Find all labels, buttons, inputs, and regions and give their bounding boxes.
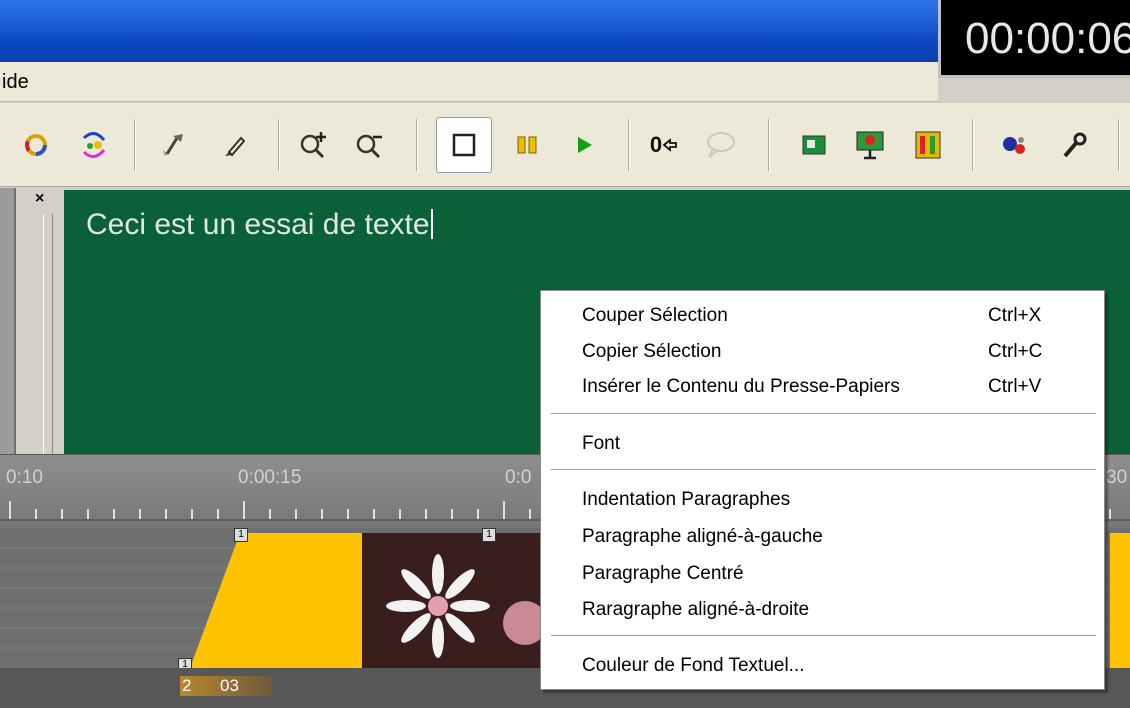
track-label: 03 (220, 676, 239, 695)
panel-grip[interactable] (43, 214, 53, 454)
menu-item-label: Copier Sélection (582, 341, 722, 362)
menu-help[interactable]: ide (2, 71, 29, 94)
presentation-icon[interactable] (846, 121, 894, 169)
toolbar-separator (134, 119, 136, 171)
track-label: 2 (182, 676, 192, 695)
menu-item-label: Insérer le Contenu du Presse-Papiers (582, 376, 900, 397)
clip-marker[interactable]: 1 (234, 528, 248, 542)
toolbar-separator (628, 119, 630, 171)
menu-item-label: Paragraphe aligné-à-gauche (582, 526, 823, 547)
menu-item-shortcut: Ctrl+V (988, 376, 1042, 397)
close-icon[interactable]: × (35, 190, 44, 208)
menu-item-label: Indentation Paragraphes (582, 489, 791, 510)
counter-label: 0 (649, 132, 663, 157)
timecode-display: 00:00:06 (938, 0, 1130, 78)
panel-splitter[interactable] (0, 188, 16, 454)
clip-marker[interactable]: 1 (482, 528, 496, 542)
menu-item-indent[interactable]: Indentation Paragraphes (541, 483, 1104, 519)
menu-separator (551, 635, 1096, 637)
pause-icon[interactable] (504, 121, 552, 169)
zoom-in-icon[interactable] (290, 121, 338, 169)
toolbar-separator (972, 119, 974, 171)
menu-item-copy[interactable]: Copier Sélection Ctrl+C (541, 335, 1104, 371)
menu-item-shortcut: Ctrl+C (988, 341, 1043, 362)
toolbar-separator (278, 119, 280, 171)
menu-item-align-right[interactable]: Raragraphe aligné-à-droite (541, 593, 1104, 629)
menu-item-background-color[interactable]: Couleur de Fond Textuel... (541, 649, 1104, 685)
pen-tool-icon[interactable] (210, 121, 258, 169)
toolbar-separator (416, 119, 418, 171)
menu-item-label: Couleur de Fond Textuel... (582, 655, 805, 676)
editor-text-line: Ceci est un essai de texte (86, 208, 433, 242)
menu-item-label: Couper Sélection (582, 305, 728, 326)
ruler-label: 0:0 (505, 467, 532, 488)
text-caret (430, 209, 433, 239)
menu-item-label: Font (582, 433, 621, 454)
menu-item-cut[interactable]: Couper Sélection Ctrl+X (541, 299, 1104, 335)
toolbar: 0 (0, 103, 1130, 187)
counter-reset-icon[interactable]: 0 (640, 121, 688, 169)
toolbar-separator (768, 119, 770, 171)
menu-separator (551, 413, 1096, 415)
color-dots-icon[interactable] (990, 121, 1038, 169)
zoom-out-icon[interactable] (346, 121, 394, 169)
stop-icon[interactable] (436, 117, 492, 173)
menu-item-paste[interactable]: Insérer le Contenu du Presse-Papiers Ctr… (541, 370, 1104, 406)
panel-gutter (16, 188, 64, 454)
film-strip-icon[interactable] (904, 121, 952, 169)
menu-item-label: Raragraphe aligné-à-droite (582, 599, 810, 620)
ruler-label: 0:10 (6, 467, 43, 488)
editor-text: Ceci est un essai de texte (86, 208, 430, 241)
refresh-right-icon[interactable] (70, 121, 118, 169)
menu-item-font[interactable]: Font (541, 427, 1104, 463)
menu-item-shortcut: Ctrl+X (988, 305, 1042, 326)
wrench-icon[interactable] (1050, 121, 1098, 169)
selection-tool-icon[interactable] (150, 121, 198, 169)
menu-separator (551, 469, 1096, 471)
menu-bar: ide (0, 62, 938, 102)
toolbar-separator (1118, 119, 1120, 171)
play-icon[interactable] (560, 121, 608, 169)
ruler-label: 0:00:15 (238, 467, 302, 488)
menu-item-center[interactable]: Paragraphe Centré (541, 557, 1104, 593)
speech-bubble-icon[interactable] (696, 121, 744, 169)
refresh-left-icon[interactable] (12, 121, 60, 169)
menu-item-label: Paragraphe Centré (582, 563, 744, 584)
image-icon[interactable] (790, 121, 838, 169)
menu-item-align-left[interactable]: Paragraphe aligné-à-gauche (541, 520, 1104, 556)
context-menu: Couper Sélection Ctrl+X Copier Sélection… (540, 290, 1105, 690)
ruler-label: 30 (1106, 467, 1128, 488)
